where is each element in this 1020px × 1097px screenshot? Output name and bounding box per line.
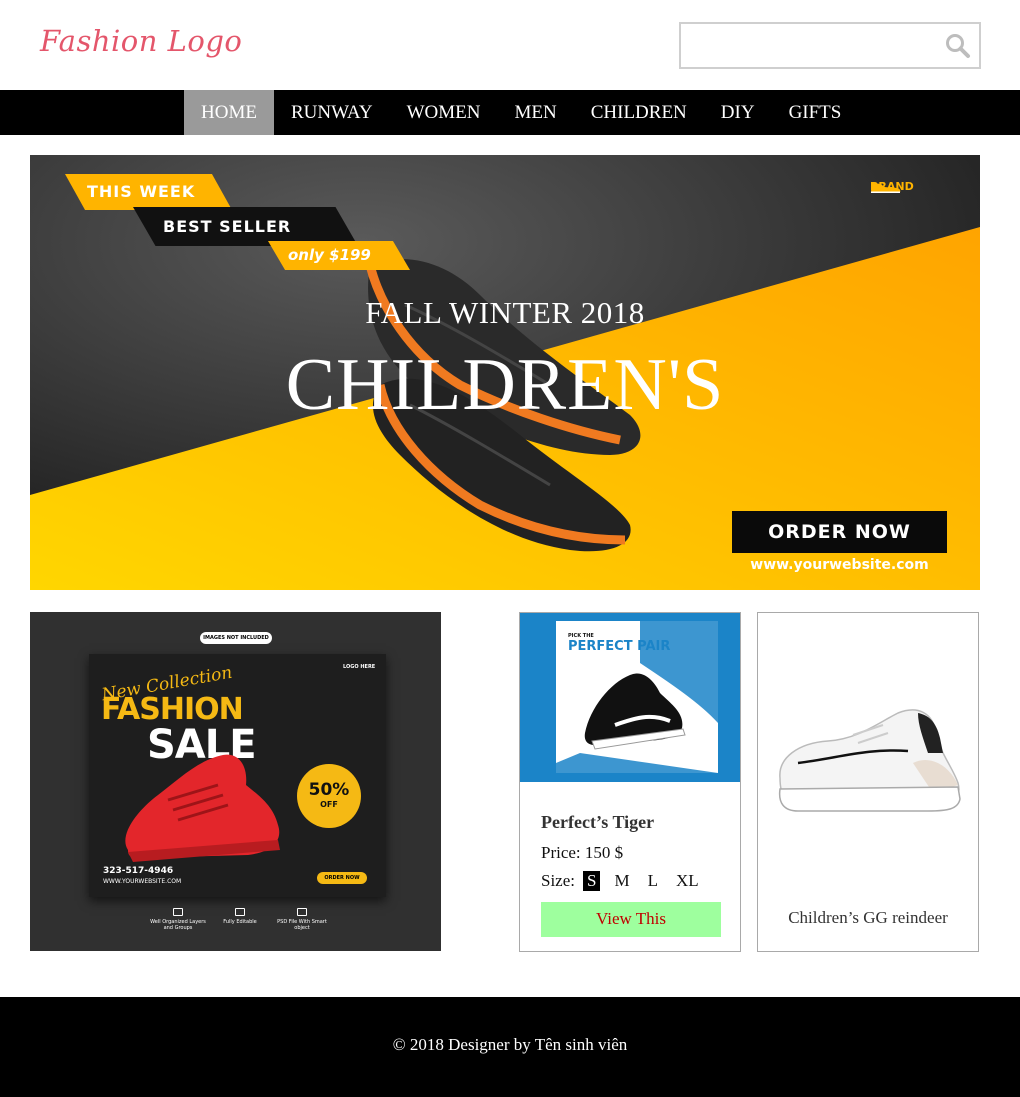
discount-off: OFF <box>320 800 338 809</box>
size-option-xl[interactable]: XL <box>672 871 703 891</box>
promo-order-button: ORDER NOW <box>317 872 367 884</box>
product-image-1[interactable]: PICK THE PERFECT PAIR <box>520 613 740 782</box>
tag-this-week: THIS WEEK <box>65 174 232 210</box>
site-footer: © 2018 Designer by Tên sinh viên <box>0 997 1020 1097</box>
order-now-button[interactable]: ORDER NOW <box>732 511 947 553</box>
shoe-icon <box>871 183 901 193</box>
size-options: S M L XL <box>575 871 703 891</box>
banner-headline: CHILDREN'S <box>285 344 725 426</box>
site-header: Fashion Logo <box>0 0 1020 90</box>
size-option-s[interactable]: S <box>583 871 601 891</box>
size-option-m[interactable]: M <box>610 871 633 891</box>
edit-icon <box>235 908 245 916</box>
nav-list: HOME RUNWAY WOMEN MEN CHILDREN DIY GIFTS <box>184 90 858 135</box>
nav-item-children[interactable]: CHILDREN <box>574 90 704 135</box>
white-sneaker-image[interactable] <box>758 613 978 863</box>
footer-copyright: © 2018 Designer by Tên sinh viên <box>392 1035 628 1054</box>
feature-psd: PSD File With Smart object <box>272 908 332 931</box>
tag-price: only $199 <box>268 241 410 270</box>
nav-item-gifts[interactable]: GIFTS <box>772 90 859 135</box>
banner-website: www.yourwebsite.com <box>750 557 929 573</box>
promo-logo-here: LOGO HERE <box>343 664 376 670</box>
search-box <box>679 22 981 69</box>
banner-season: FALL WINTER 2018 <box>365 295 645 330</box>
site-logo[interactable]: Fashion Logo <box>40 24 242 58</box>
nav-item-runway[interactable]: RUNWAY <box>274 90 390 135</box>
hero-banner[interactable]: THIS WEEK BEST SELLER only $199 BRAND FA… <box>30 155 980 590</box>
nav-item-diy[interactable]: DIY <box>704 90 772 135</box>
image-big-text: PERFECT PAIR <box>568 639 671 654</box>
product-title[interactable]: Children’s GG reindeer <box>758 908 978 928</box>
search-input[interactable] <box>687 30 937 60</box>
nav-item-women[interactable]: WOMEN <box>390 90 498 135</box>
nav-item-home[interactable]: HOME <box>184 90 274 135</box>
product-title[interactable]: Perfect’s Tiger <box>541 812 654 833</box>
size-option-l[interactable]: L <box>644 871 662 891</box>
discount-percent: 50% <box>308 780 350 800</box>
view-this-button[interactable]: View This <box>541 902 721 937</box>
size-label: Size: <box>541 871 575 890</box>
main-nav: HOME RUNWAY WOMEN MEN CHILDREN DIY GIFTS <box>0 90 1020 135</box>
feature-layers: Well Organized Layers and Groups <box>148 908 208 931</box>
nav-item-men[interactable]: MEN <box>497 90 573 135</box>
product-card-1: PICK THE PERFECT PAIR Perfect’s Tiger Pr… <box>519 612 741 952</box>
red-sneaker-image <box>125 754 280 862</box>
search-icon[interactable] <box>945 33 971 59</box>
tag-best-seller: BEST SELLER <box>133 207 358 246</box>
feature-editable: Fully Editable <box>210 908 270 925</box>
product-price: Price: 150 $ <box>541 843 624 862</box>
images-not-included-badge: IMAGES NOT INCLUDED <box>200 632 272 644</box>
layers-icon <box>173 908 183 916</box>
size-selector: Size: S M L XL <box>541 871 703 891</box>
promo-url: WWW.YOURWEBSITE.COM <box>103 878 182 885</box>
product-card-2: Children’s GG reindeer <box>757 612 979 952</box>
promo-image[interactable]: IMAGES NOT INCLUDED New Collection FASHI… <box>30 612 441 951</box>
folder-icon <box>297 908 307 916</box>
discount-badge: 50% OFF <box>297 764 361 828</box>
brand-mark: BRAND <box>870 180 914 193</box>
